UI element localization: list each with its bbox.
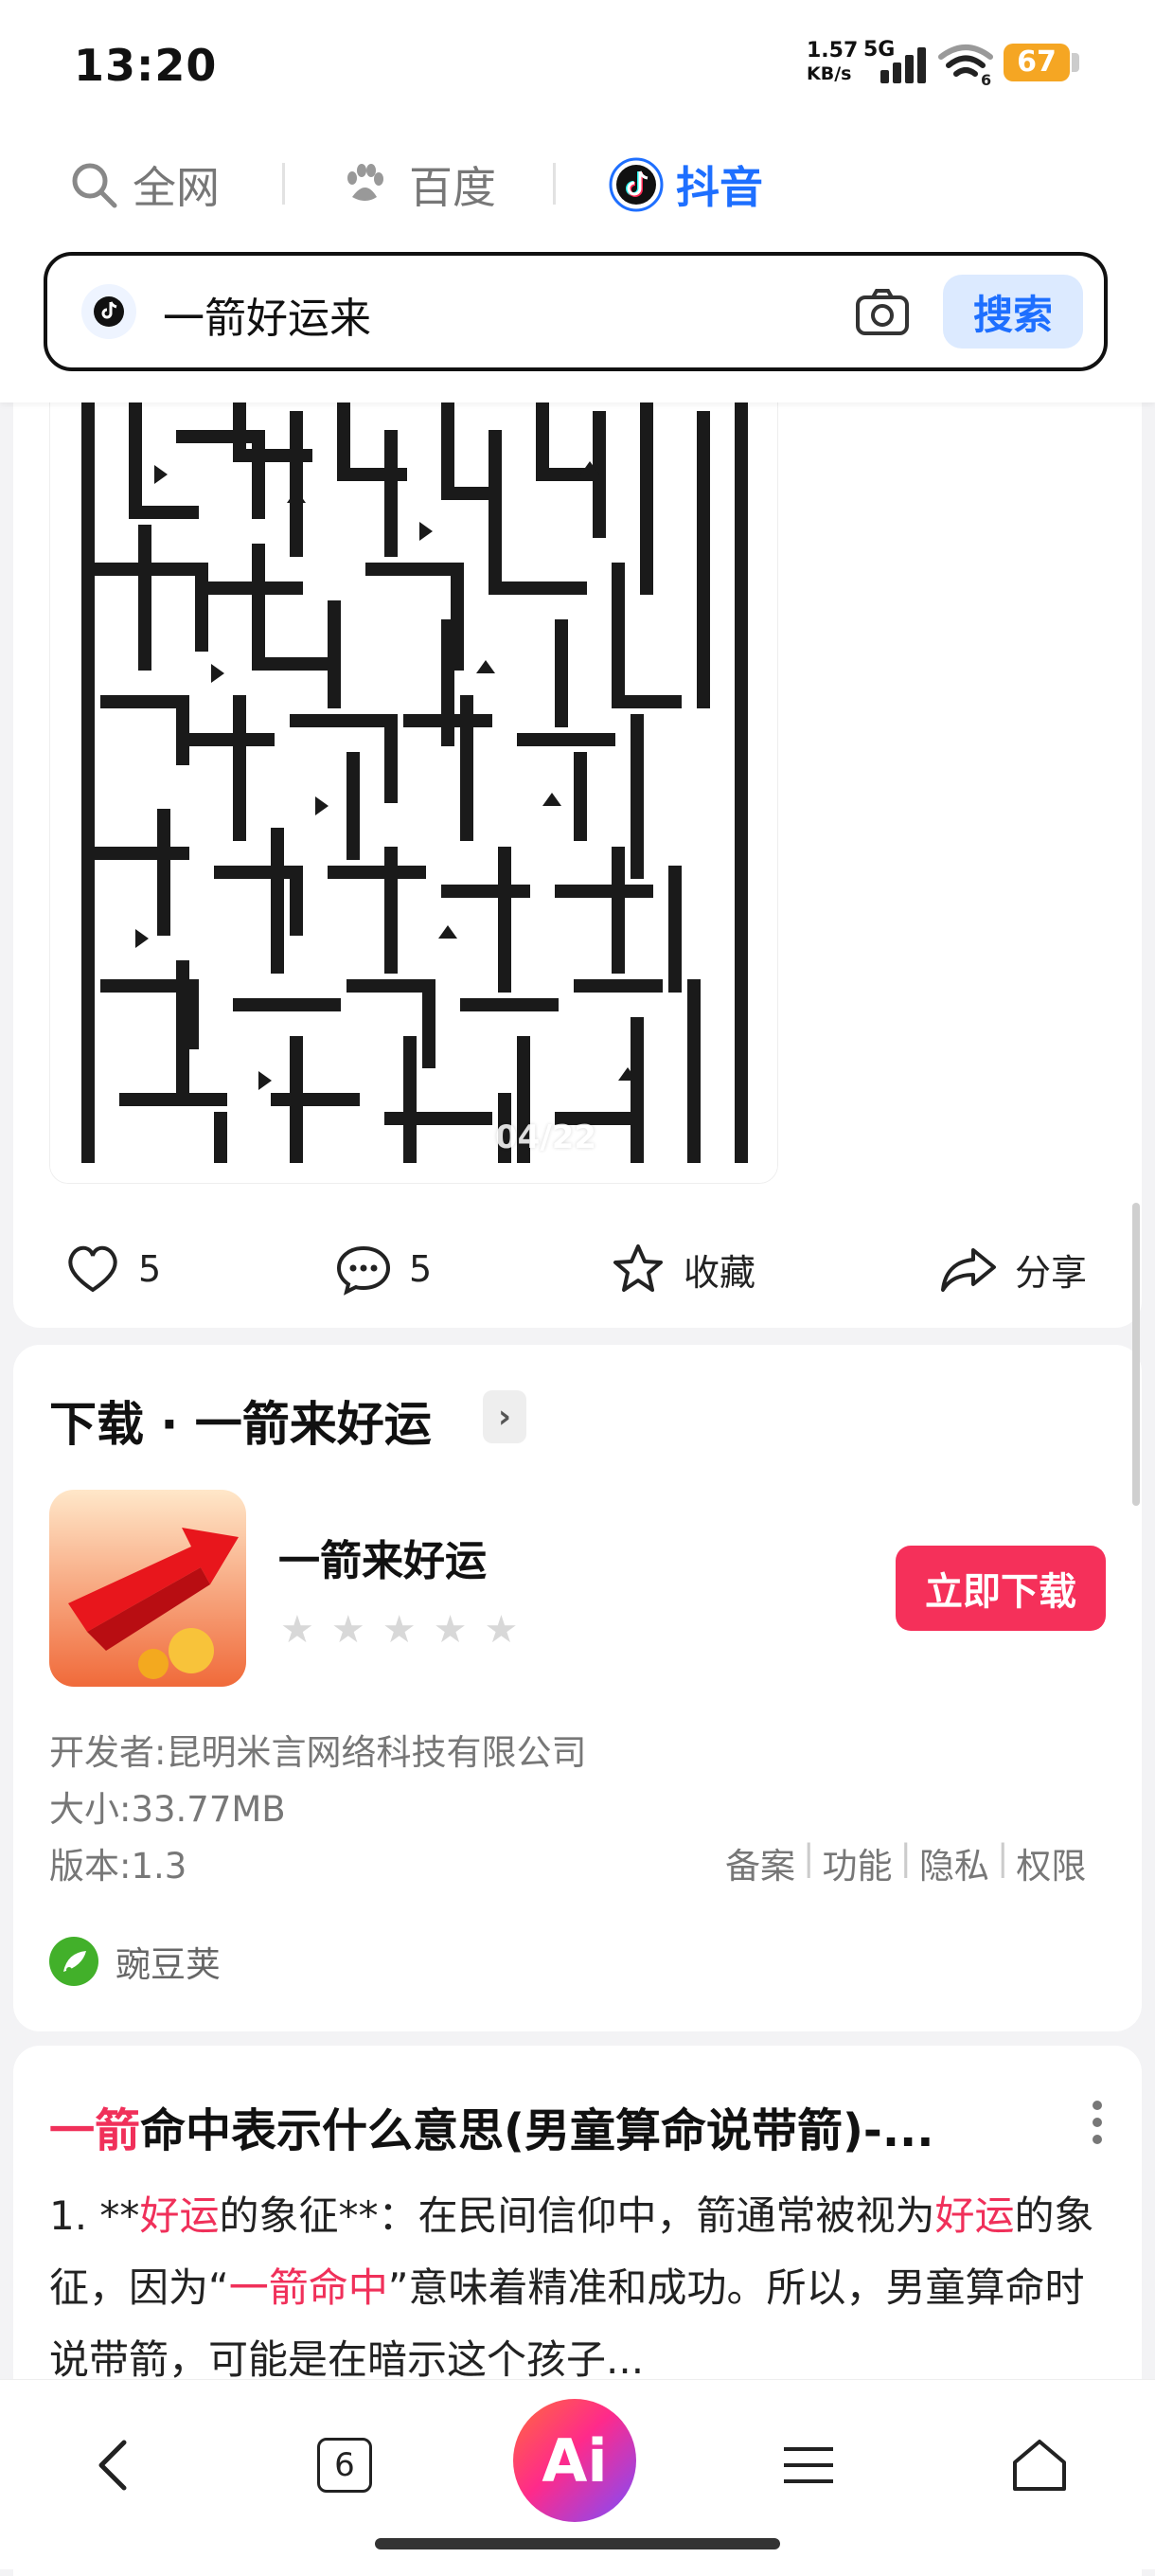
camera-icon[interactable] xyxy=(854,284,911,341)
link-separator: | xyxy=(996,1837,1009,1878)
developer-info: 开发者:昆明米言网络科技有限公司 xyxy=(49,1732,587,1773)
video-counter: 04/22 xyxy=(495,1118,597,1156)
star-icon: ★ xyxy=(330,1608,365,1652)
link-privacy[interactable]: 隐私 xyxy=(919,1837,989,1888)
network-speed-value: 1.57 xyxy=(807,39,859,63)
wandoujia-icon xyxy=(49,1937,98,1986)
menu-icon xyxy=(784,2447,833,2483)
home-icon xyxy=(1013,2440,1066,2491)
clock: 13:20 xyxy=(74,40,218,91)
download-now-button[interactable]: 立即下载 xyxy=(896,1546,1106,1631)
scrollbar[interactable] xyxy=(1132,1203,1140,1506)
link-record[interactable]: 备案 xyxy=(725,1837,795,1888)
back-button[interactable] xyxy=(66,2418,161,2513)
tab-douyin[interactable]: 抖音 xyxy=(608,156,763,213)
download-title[interactable]: 下载 · 一箭来好运 xyxy=(49,1386,432,1455)
like-count: 5 xyxy=(138,1248,162,1290)
menu-button[interactable] xyxy=(761,2418,856,2513)
wifi-icon: 6 xyxy=(938,45,993,85)
comment-icon xyxy=(336,1245,391,1296)
battery-cap xyxy=(1072,53,1079,72)
star-icon: ★ xyxy=(280,1608,314,1652)
source-label[interactable]: 豌豆荚 xyxy=(49,1936,221,1987)
douyin-icon xyxy=(609,157,664,212)
tab-divider xyxy=(282,163,285,205)
share-label: 分享 xyxy=(1015,1251,1088,1294)
gesture-bar[interactable] xyxy=(375,2538,780,2549)
network-speed: 1.57 KB/s xyxy=(807,40,858,85)
ai-button[interactable]: Ai xyxy=(513,2399,636,2522)
paw-icon xyxy=(347,164,383,201)
link-separator: | xyxy=(899,1837,912,1878)
maze-video-thumbnail[interactable]: 04/22 xyxy=(49,379,778,1184)
snippet-highlight: 好运 xyxy=(934,2192,1015,2239)
comment-count: 5 xyxy=(409,1248,433,1290)
more-options-icon[interactable] xyxy=(1093,2101,1104,2144)
maze-image xyxy=(50,380,777,1183)
home-button[interactable] xyxy=(992,2418,1087,2513)
tab-count: 6 xyxy=(317,2438,372,2493)
result-title[interactable]: 一箭命中表示什么意思(男童算命说带箭)-... xyxy=(49,2093,1053,2159)
star-icon xyxy=(613,1244,663,1292)
star-icon: ★ xyxy=(433,1608,468,1652)
search-source-tabs: 全网 百度 抖音 xyxy=(0,142,1155,227)
link-permissions[interactable]: 权限 xyxy=(1016,1837,1086,1888)
result-title-text: 命中表示什么意思(男童算命说带箭)-... xyxy=(140,2104,934,2157)
heart-icon xyxy=(68,1245,117,1293)
tab-label: 百度 xyxy=(409,162,496,213)
snippet-text: 的象征**：在民间信仰中，箭通常被视为 xyxy=(219,2192,935,2239)
result-snippet: 1. **好运的象征**：在民间信仰中，箭通常被视为好运的象征，因为“一箭命中”… xyxy=(49,2180,1110,2396)
share-button[interactable]: 分享 xyxy=(939,1243,1087,1296)
app-info-links: 备案 | 功能 | 隐私 | 权限 xyxy=(725,1837,1086,1888)
status-bar: 13:20 1.57 KB/s 5G 6 67 xyxy=(0,0,1155,133)
app-name[interactable]: 一箭来好运 xyxy=(278,1527,487,1587)
top-header: 13:20 1.57 KB/s 5G 6 67 全网 百度 抖音 一箭好运来 搜… xyxy=(0,0,1155,402)
link-separator: | xyxy=(803,1837,815,1878)
app-icon[interactable] xyxy=(49,1490,246,1687)
douyin-small-icon xyxy=(81,284,136,339)
search-input[interactable]: 一箭好运来 xyxy=(163,284,371,345)
size-info: 大小:33.77MB xyxy=(49,1789,286,1830)
comment-button[interactable]: 5 xyxy=(335,1243,432,1296)
snippet-text: 1. ** xyxy=(49,2192,140,2239)
chevron-left-icon xyxy=(98,2440,127,2491)
source-name: 豌豆荚 xyxy=(116,1944,221,1985)
link-features[interactable]: 功能 xyxy=(822,1837,892,1888)
rating-stars: ★ ★ ★ ★ ★ xyxy=(280,1608,518,1652)
search-icon xyxy=(72,163,117,208)
snippet-highlight: 一箭命中 xyxy=(228,2264,388,2311)
tab-baidu[interactable]: 百度 xyxy=(343,156,496,213)
download-card: 下载 · 一箭来好运 › 一箭来好运 ★ ★ ★ ★ ★ 立即下载 开发者:昆明… xyxy=(13,1345,1142,2031)
star-icon: ★ xyxy=(382,1608,417,1652)
share-icon xyxy=(941,1248,996,1292)
wifi-sub: 6 xyxy=(981,71,991,85)
search-box[interactable]: 一箭好运来 搜索 xyxy=(44,252,1108,371)
chevron-right-icon[interactable]: › xyxy=(483,1390,526,1443)
search-button[interactable]: 搜索 xyxy=(943,275,1083,349)
tab-label: 抖音 xyxy=(676,162,763,213)
video-result-card[interactable]: 04/22 5 5 收藏 分享 xyxy=(13,360,1142,1328)
battery-icon: 67 xyxy=(1004,44,1070,81)
result-title-highlight: 一箭 xyxy=(49,2104,141,2157)
network-speed-unit: KB/s xyxy=(807,63,852,84)
signal-icon xyxy=(880,45,930,83)
snippet-highlight: 好运 xyxy=(139,2192,220,2239)
tab-divider xyxy=(553,163,556,205)
version-info: 版本:1.3 xyxy=(49,1846,187,1887)
tab-label: 全网 xyxy=(133,162,220,213)
star-icon: ★ xyxy=(484,1608,519,1652)
collect-label: 收藏 xyxy=(684,1251,756,1294)
collect-button[interactable]: 收藏 xyxy=(610,1243,755,1296)
tab-all-web[interactable]: 全网 xyxy=(68,156,220,213)
video-actions: 5 5 收藏 分享 xyxy=(13,1231,1142,1307)
like-button[interactable]: 5 xyxy=(64,1243,161,1296)
tabs-button[interactable]: 6 xyxy=(297,2418,392,2513)
